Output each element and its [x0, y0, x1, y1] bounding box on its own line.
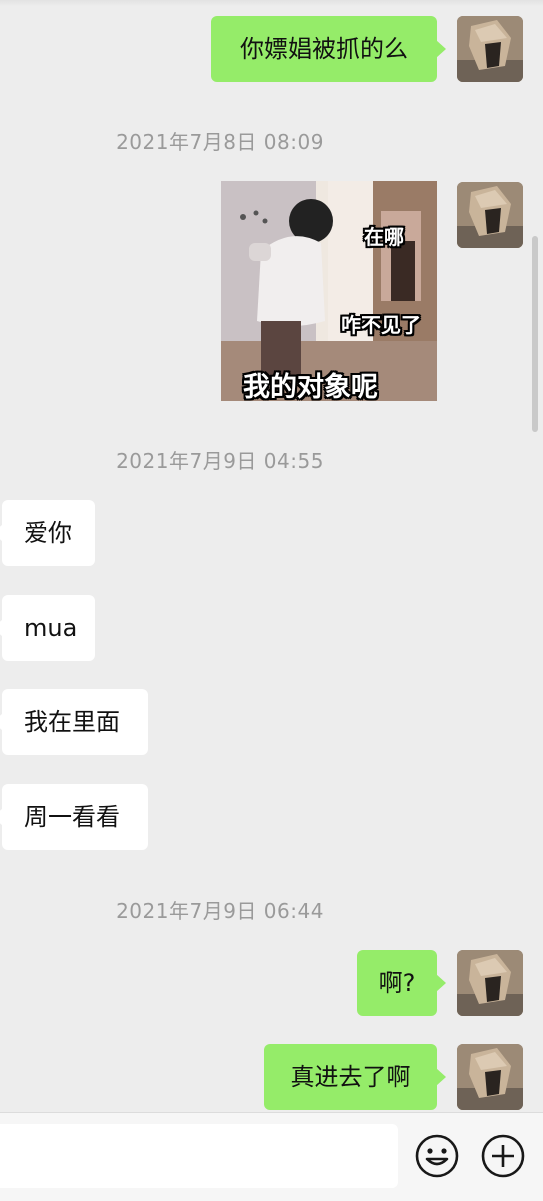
- sticker-image[interactable]: 在哪 咋不见了 我的对象呢: [221, 181, 437, 401]
- message-input[interactable]: [0, 1124, 398, 1188]
- message-bubble-incoming[interactable]: mua: [0, 595, 95, 661]
- message-bubble-outgoing[interactable]: 你嫖娼被抓的么: [211, 16, 446, 82]
- avatar[interactable]: [457, 16, 523, 82]
- message-bubble-incoming[interactable]: 爱你: [0, 500, 95, 566]
- avatar[interactable]: [457, 1044, 523, 1110]
- message-bubble-outgoing[interactable]: 真进去了啊: [264, 1044, 446, 1110]
- message-bubble-incoming[interactable]: 我在里面: [0, 689, 148, 755]
- scrollbar[interactable]: [532, 236, 538, 432]
- message-bubble-incoming[interactable]: 周一看看: [0, 784, 148, 850]
- timestamp: 2021年7月8日 08:09: [116, 130, 324, 154]
- plus-icon[interactable]: [480, 1133, 526, 1179]
- timestamp: 2021年7月9日 06:44: [116, 899, 324, 923]
- avatar[interactable]: [457, 182, 523, 248]
- avatar[interactable]: [457, 950, 523, 1016]
- sticker-caption: 咋不见了: [341, 313, 421, 337]
- sticker-caption: 我的对象呢: [243, 372, 378, 401]
- emoji-icon[interactable]: [414, 1133, 460, 1179]
- sticker-caption: 在哪: [364, 225, 404, 249]
- message-bubble-outgoing[interactable]: 啊?: [357, 950, 446, 1016]
- input-bar: [0, 1112, 543, 1201]
- top-divider: [0, 0, 543, 6]
- timestamp: 2021年7月9日 04:55: [116, 449, 324, 473]
